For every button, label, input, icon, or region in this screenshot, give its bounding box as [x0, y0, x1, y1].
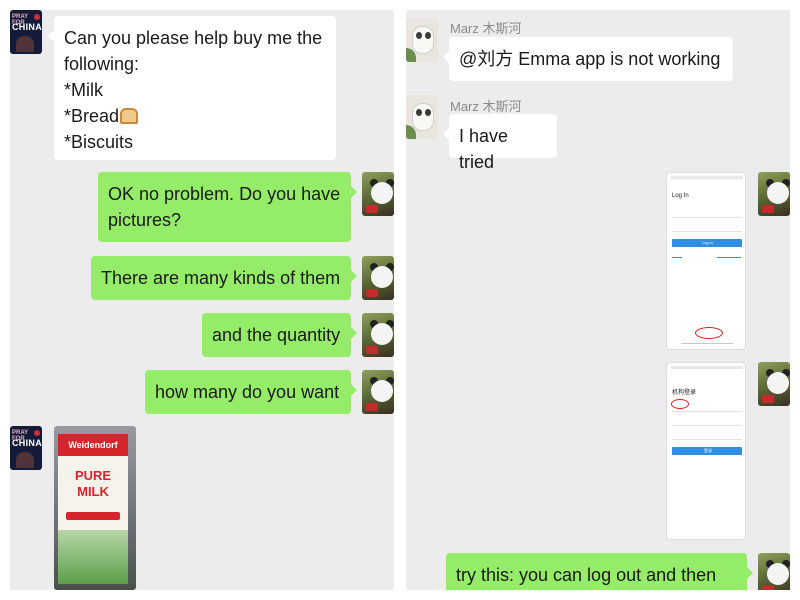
org-login-screenshot-image[interactable]: 机构登录 登录 — [666, 362, 746, 540]
my-avatar[interactable] — [362, 256, 394, 300]
panda-icon — [767, 182, 789, 204]
message-line: pictures? — [108, 210, 182, 230]
cartoon-icon — [412, 26, 434, 54]
my-avatar[interactable] — [758, 172, 790, 216]
figure-icon — [16, 452, 34, 468]
org-login-title: 机构登录 — [672, 390, 697, 396]
avatar-name-text: CHINA — [12, 438, 42, 448]
message-bubble-incoming[interactable]: I have tried — [443, 114, 557, 172]
message-line: *Biscuits — [64, 132, 134, 152]
panda-icon — [767, 372, 789, 394]
message-line: *Milk — [64, 80, 103, 100]
user-avatar-marz[interactable] — [406, 18, 438, 62]
carton-splash-art — [58, 530, 128, 584]
message-line: how many do you want — [155, 382, 340, 402]
highlight-circle — [695, 327, 723, 339]
message-line: OK no problem. Do you have — [108, 184, 341, 204]
my-avatar[interactable] — [362, 370, 394, 414]
carton-band — [66, 512, 120, 520]
login-screenshot-image[interactable]: Log In Log in — [666, 172, 746, 350]
message-line: try this: you can log out and then — [456, 565, 717, 585]
panda-icon — [371, 182, 393, 204]
user-avatar-china[interactable]: PRAY FOR CHINA — [10, 426, 42, 470]
login-title: Log In — [672, 193, 689, 199]
message-bubble-outgoing[interactable]: how many do you want — [145, 370, 357, 414]
panda-icon — [371, 266, 393, 288]
milk-carton: Weidendorf PURE MILK — [58, 434, 128, 584]
highlight-circle — [671, 399, 689, 409]
bread-emoji-icon — [120, 108, 139, 124]
panda-icon — [371, 323, 393, 345]
message-line: *Bread — [64, 106, 120, 126]
flag-icon — [34, 14, 40, 20]
message-bubble-outgoing[interactable]: OK no problem. Do you have pictures? — [98, 172, 357, 242]
sender-name: Marz 木斯河 — [450, 99, 522, 114]
message-bubble-outgoing[interactable]: There are many kinds of them — [91, 256, 357, 300]
user-avatar-china[interactable]: PRAY FOR CHINA — [10, 10, 42, 54]
panda-icon — [371, 380, 393, 402]
message-line: and the quantity — [212, 325, 341, 345]
message-bubble-incoming[interactable]: @刘方 Emma app is not working — [443, 37, 733, 81]
login-button-preview: Log in — [672, 239, 742, 247]
message-line: @刘方 Emma app is not working — [459, 49, 721, 69]
chat-panel-right: Marz 木斯河 @刘方 Emma app is not working Mar… — [406, 10, 790, 590]
sender-name: Marz 木斯河 — [450, 21, 522, 36]
figure-icon — [16, 36, 34, 52]
avatar-name-text: CHINA — [12, 22, 42, 32]
message-line: I have tried — [459, 126, 509, 172]
panda-icon — [767, 563, 789, 585]
carton-product-label: MILK — [77, 484, 109, 499]
user-avatar-marz[interactable] — [406, 95, 438, 139]
my-avatar[interactable] — [758, 362, 790, 406]
message-line: Can you please help buy me the — [64, 28, 323, 48]
message-bubble-outgoing[interactable]: and the quantity — [202, 313, 357, 357]
message-bubble-incoming[interactable]: Can you please help buy me the following… — [48, 16, 336, 160]
chat-panel-left: PRAY FOR CHINA Can you please help buy m… — [10, 10, 394, 590]
org-login-button-preview: 登录 — [672, 447, 742, 455]
my-avatar[interactable] — [758, 553, 790, 590]
message-line-with-emoji: *Bread — [64, 103, 326, 129]
my-avatar[interactable] — [362, 172, 394, 216]
flag-icon — [34, 430, 40, 436]
message-line: following: — [64, 54, 140, 74]
message-bubble-outgoing[interactable]: try this: you can log out and then — [446, 553, 753, 590]
my-avatar[interactable] — [362, 313, 394, 357]
carton-product-label: PURE — [74, 468, 112, 483]
carton-brand-label: Weidendorf — [58, 434, 128, 456]
milk-carton-photo[interactable]: Weidendorf PURE MILK — [54, 426, 136, 590]
cartoon-icon — [412, 103, 434, 131]
message-line: There are many kinds of them — [101, 268, 341, 288]
